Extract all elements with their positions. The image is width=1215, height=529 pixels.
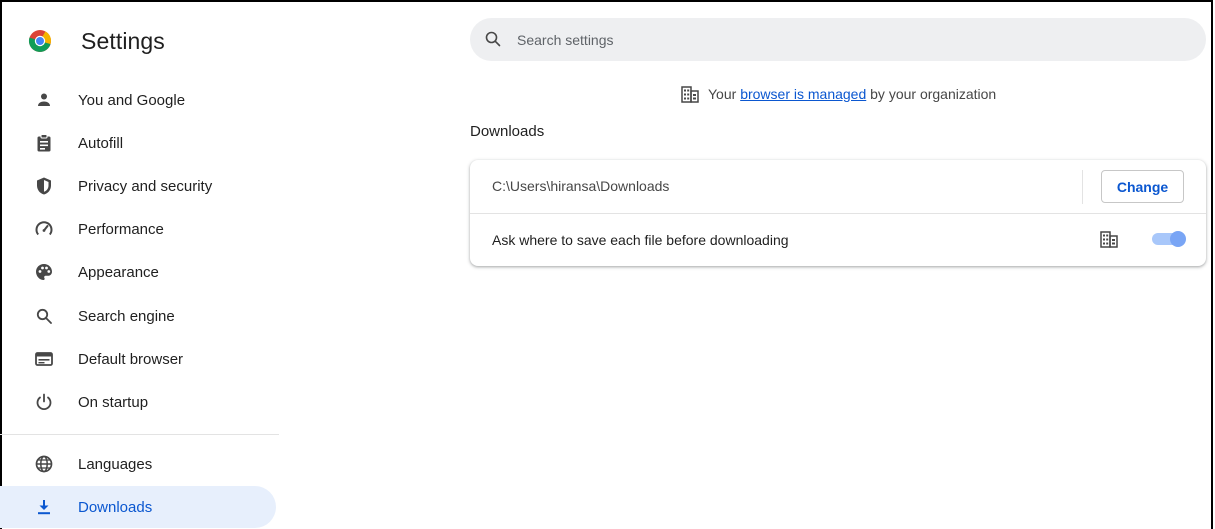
ask-where-to-save-row[interactable]: Ask where to save each file before downl… [470, 213, 1206, 266]
sidebar-item-label: Downloads [78, 498, 153, 516]
downloads-card: C:\Users\hiransa\Downloads Change Ask wh… [470, 160, 1206, 266]
sidebar: Settings You and Google Autofill Privacy… [0, 0, 280, 529]
managed-prefix: Your [708, 86, 741, 102]
row-separator [1082, 170, 1083, 204]
enterprise-policy-icon [1100, 230, 1118, 248]
sidebar-item-on-startup[interactable]: On startup [0, 381, 276, 423]
ask-where-to-save-toggle[interactable] [1152, 231, 1186, 247]
managed-notice: Your browser is managed by your organiza… [681, 84, 996, 104]
change-button[interactable]: Change [1101, 170, 1184, 203]
sidebar-item-downloads[interactable]: Downloads [0, 486, 276, 528]
brand: Settings [28, 25, 165, 57]
page-title: Settings [81, 27, 165, 54]
sidebar-item-performance[interactable]: Performance [0, 208, 276, 250]
browser-managed-link[interactable]: browser is managed [740, 86, 866, 102]
sidebar-item-search-engine[interactable]: Search engine [0, 295, 276, 337]
sidebar-item-privacy-and-security[interactable]: Privacy and security [0, 165, 276, 207]
sidebar-item-autofill[interactable]: Autofill [0, 122, 276, 164]
building-icon [681, 85, 699, 103]
browser-window-icon [34, 349, 54, 369]
chrome-logo-icon [28, 29, 52, 53]
sidebar-item-label: Languages [78, 455, 153, 473]
search-bar[interactable] [470, 18, 1206, 61]
ask-where-to-save-label: Ask where to save each file before downl… [492, 232, 789, 248]
download-location-path: C:\Users\hiransa\Downloads [492, 178, 670, 194]
sidebar-item-label: Performance [78, 220, 164, 238]
managed-suffix: by your organization [866, 86, 997, 102]
globe-icon [34, 454, 54, 474]
section-title-downloads: Downloads [470, 123, 545, 140]
sidebar-item-label: Default browser [78, 350, 184, 368]
search-icon [34, 306, 54, 326]
sidebar-item-label: You and Google [78, 91, 186, 109]
download-location-row: C:\Users\hiransa\Downloads Change [470, 160, 1206, 212]
sidebar-item-label: Appearance [78, 263, 159, 281]
sidebar-item-languages[interactable]: Languages [0, 443, 276, 485]
sidebar-item-default-browser[interactable]: Default browser [0, 338, 276, 380]
sidebar-item-label: Privacy and security [78, 177, 213, 195]
search-input[interactable] [517, 18, 1177, 61]
search-icon [484, 30, 503, 49]
sidebar-item-label: Search engine [78, 307, 175, 325]
person-icon [34, 90, 54, 110]
sidebar-item-you-and-google[interactable]: You and Google [0, 79, 276, 121]
power-icon [34, 392, 54, 412]
sidebar-item-label: On startup [78, 393, 149, 411]
palette-icon [34, 262, 54, 282]
clipboard-icon [34, 133, 54, 153]
download-icon [34, 497, 54, 517]
shield-icon [34, 176, 54, 196]
speedometer-icon [34, 219, 54, 239]
toggle-knob [1170, 231, 1186, 247]
sidebar-item-label: Autofill [78, 134, 124, 152]
sidebar-item-appearance[interactable]: Appearance [0, 251, 276, 293]
sidebar-divider [0, 434, 279, 435]
